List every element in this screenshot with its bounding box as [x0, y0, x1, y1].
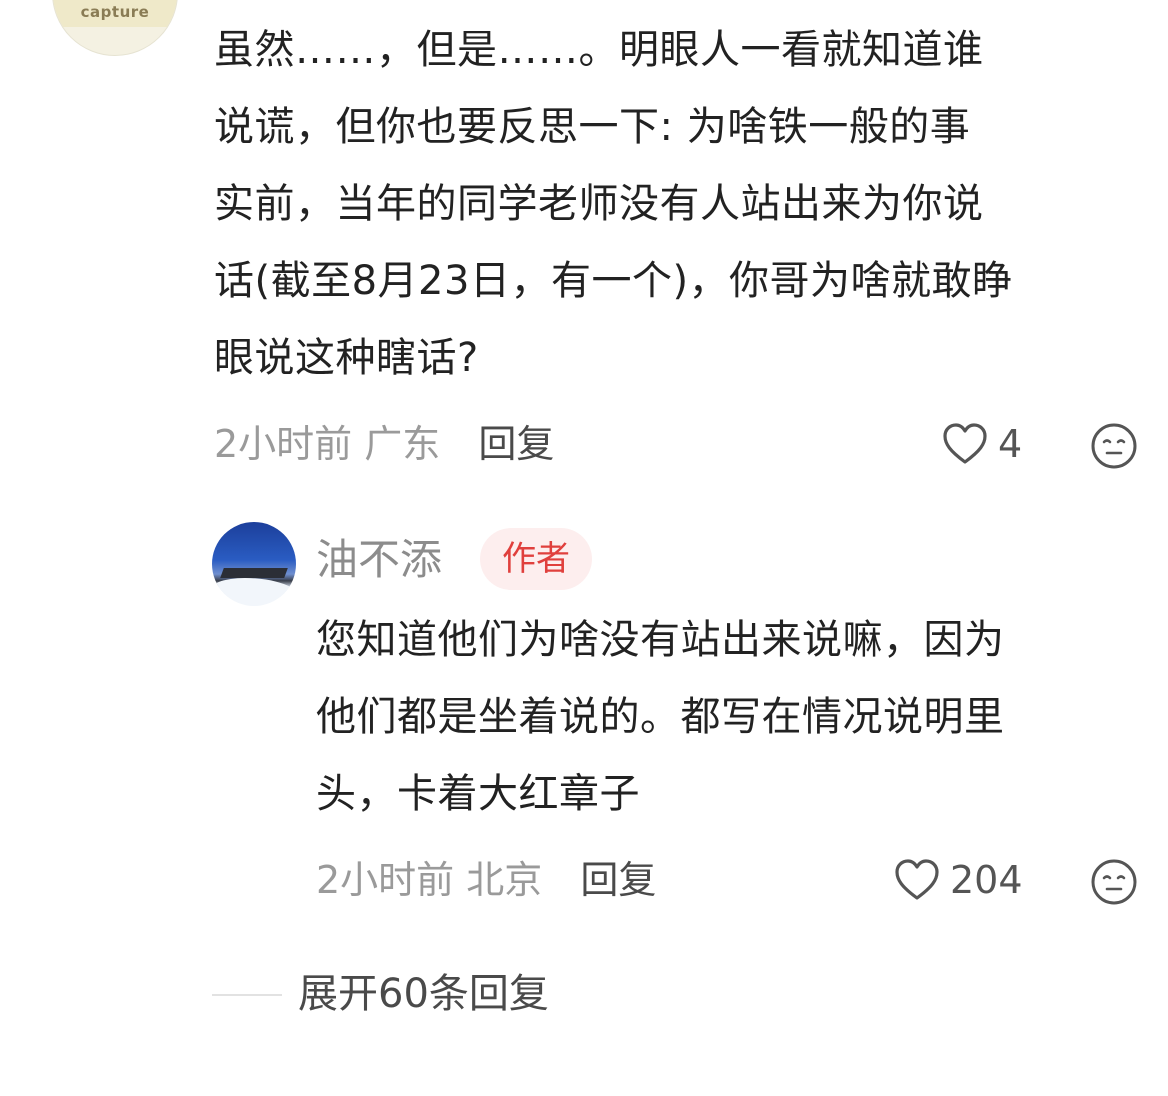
comment-text: 虽然……，但是……。明眼人一看就知道谁 说谎，但你也要反思一下: 为啥铁一般的事…	[214, 12, 1154, 397]
expand-divider	[212, 994, 282, 996]
comment-time: 2小时前	[214, 422, 353, 466]
avatar-label: capture	[80, 3, 150, 21]
like-count: 4	[998, 422, 1023, 466]
reply-like-count: 204	[950, 858, 1023, 902]
commenter-avatar[interactable]: capture	[52, 0, 178, 56]
author-username[interactable]: 油不添	[316, 534, 442, 586]
heart-outline-icon	[942, 422, 988, 466]
reply-reply-button[interactable]: 回复	[580, 858, 656, 902]
comment-line: 话(截至8月23日，有一个)，你哥为啥就敢睁	[214, 258, 1013, 304]
reply-button[interactable]: 回复	[478, 422, 554, 466]
reply-meta: 2小时前 北京 回复	[316, 856, 656, 904]
reply-line: 头，卡着大红章子	[316, 771, 640, 817]
avatar-snow	[212, 578, 296, 606]
neutral-face-icon	[1090, 858, 1138, 906]
emoji-reaction-button[interactable]	[1090, 422, 1138, 470]
reply-time: 2小时前	[316, 858, 455, 902]
reply-location: 北京	[466, 858, 543, 902]
author-badge: 作者	[480, 528, 592, 590]
comment-meta: 2小时前 广东 回复	[214, 420, 554, 468]
comment-line: 实前，当年的同学老师没有人站出来为你说	[214, 181, 984, 227]
reply-line: 他们都是坐着说的。都写在情况说明里	[316, 694, 1005, 740]
heart-outline-icon	[894, 858, 940, 902]
reply-line: 您知道他们为啥没有站出来说嘛，因为	[316, 617, 1005, 663]
reply-emoji-reaction-button[interactable]	[1090, 858, 1138, 906]
expand-replies-button[interactable]: 展开60条回复	[298, 968, 549, 1020]
comment-line: 眼说这种瞎话?	[214, 335, 479, 381]
author-avatar[interactable]	[212, 522, 296, 606]
comment-location: 广东	[364, 422, 441, 466]
reply-like-button[interactable]: 204	[894, 856, 1023, 904]
comment-line: 虽然……，但是……。明眼人一看就知道谁	[214, 27, 984, 73]
like-button[interactable]: 4	[942, 420, 1022, 468]
reply-text: 您知道他们为啥没有站出来说嘛，因为 他们都是坐着说的。都写在情况说明里 头，卡着…	[316, 602, 1154, 833]
neutral-face-icon	[1090, 422, 1138, 470]
avatar-mountain	[220, 568, 288, 578]
comment-line: 说谎，但你也要反思一下: 为啥铁一般的事	[214, 104, 971, 150]
